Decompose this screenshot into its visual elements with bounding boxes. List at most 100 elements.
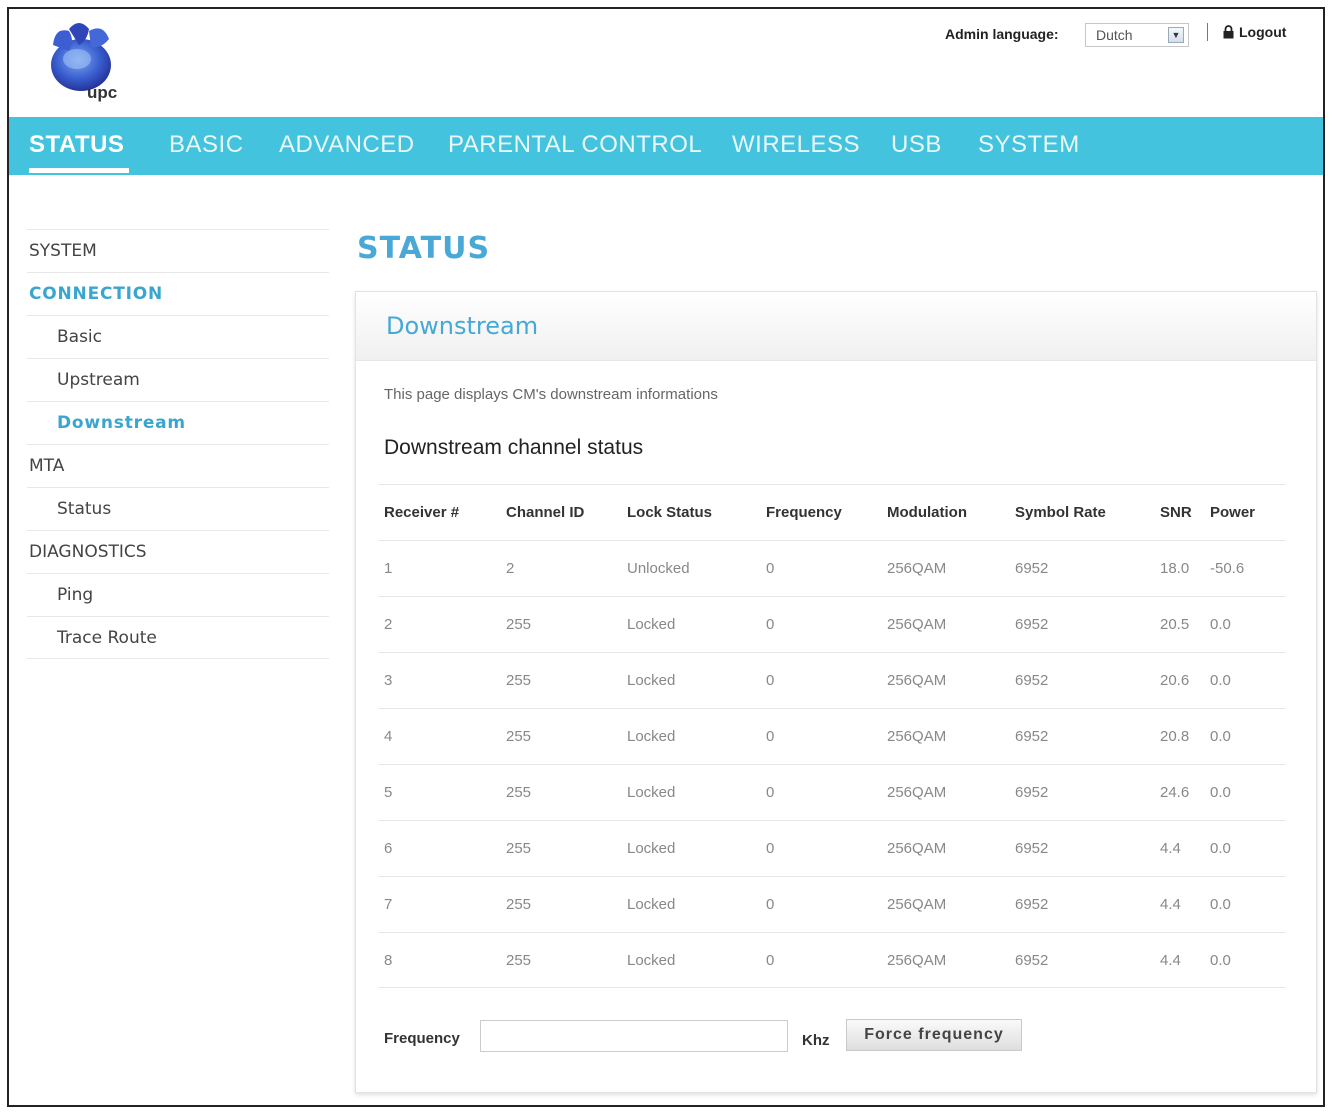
table-cell: 0.0: [1210, 952, 1231, 969]
table-cell: 0: [766, 896, 775, 913]
table-cell: 255: [506, 672, 532, 689]
table-cell: 0.0: [1210, 840, 1231, 857]
sidebar-item-mta[interactable]: MTA: [27, 444, 329, 487]
frequency-input[interactable]: [480, 1020, 788, 1052]
column-header: Channel ID: [506, 504, 585, 521]
table-cell: Locked: [627, 896, 676, 913]
lock-icon: [1223, 25, 1234, 39]
table-cell: 256QAM: [887, 952, 947, 969]
panel-header: Downstream: [356, 292, 1316, 361]
table-cell: 6952: [1015, 672, 1049, 689]
logout-link[interactable]: Logout: [1223, 24, 1286, 40]
table-cell: Locked: [627, 840, 676, 857]
table-row: 7 255 Locked 0 256QAM 6952 4.4 0.0: [378, 876, 1286, 932]
table-cell: 6952: [1015, 896, 1049, 913]
table-cell: -50.6: [1210, 560, 1245, 577]
table-cell: 4: [384, 728, 393, 745]
sidebar-item-mta-status[interactable]: Status: [27, 487, 329, 530]
tab-status[interactable]: STATUS: [29, 131, 124, 159]
table-cell: 0: [766, 952, 775, 969]
table-row: 5 255 Locked 0 256QAM 6952 24.6 0.0: [378, 764, 1286, 820]
table-cell: 255: [506, 952, 532, 969]
table-cell: 6952: [1015, 840, 1049, 857]
column-header: SNR: [1160, 504, 1192, 521]
table-row: 6 255 Locked 0 256QAM 6952 4.4 0.0: [378, 820, 1286, 876]
column-header: Lock Status: [627, 504, 713, 521]
router-admin-window: upc Admin language: Dutch ▼ Logout STATU…: [7, 7, 1325, 1107]
logo-text: upc: [87, 83, 118, 102]
table-cell: 255: [506, 616, 532, 633]
language-value: Dutch: [1096, 27, 1133, 43]
tab-basic[interactable]: BASIC: [169, 131, 244, 159]
table-cell: Locked: [627, 728, 676, 745]
table-row: 8 255 Locked 0 256QAM 6952 4.4 0.0: [378, 932, 1286, 988]
table-cell: 2: [384, 616, 393, 633]
tab-advanced[interactable]: ADVANCED: [279, 131, 415, 159]
table-row: 1 2 Unlocked 0 256QAM 6952 18.0 -50.6: [378, 540, 1286, 596]
table-cell: 6952: [1015, 952, 1049, 969]
table-cell: 0: [766, 616, 775, 633]
page-description: This page displays CM's downstream infor…: [384, 386, 718, 403]
table-cell: 256QAM: [887, 728, 947, 745]
table-cell: 256QAM: [887, 840, 947, 857]
table-cell: 0.0: [1210, 728, 1231, 745]
table-cell: 256QAM: [887, 560, 947, 577]
table-cell: 18.0: [1160, 560, 1190, 577]
page-title: STATUS: [357, 231, 491, 266]
sidebar-item-system[interactable]: SYSTEM: [27, 229, 329, 272]
frequency-label: Frequency: [384, 1030, 460, 1047]
table-cell: 0.0: [1210, 784, 1231, 801]
admin-language-select[interactable]: Dutch ▼: [1085, 23, 1189, 47]
table-cell: 256QAM: [887, 616, 947, 633]
active-tab-underline: [29, 168, 129, 173]
force-frequency-button[interactable]: Force frequency: [846, 1019, 1022, 1051]
table-cell: 5: [384, 784, 393, 801]
table-cell: 6952: [1015, 560, 1049, 577]
table-cell: 255: [506, 784, 532, 801]
table-cell: 255: [506, 896, 532, 913]
panel-title: Downstream: [386, 312, 539, 340]
table-cell: 6952: [1015, 728, 1049, 745]
sidebar: SYSTEM CONNECTION Basic Upstream Downstr…: [27, 229, 329, 659]
tab-usb[interactable]: USB: [891, 131, 942, 159]
sidebar-item-ping[interactable]: Ping: [27, 573, 329, 616]
tab-parental-control[interactable]: PARENTAL CONTROL: [448, 131, 702, 159]
table-cell: 0: [766, 784, 775, 801]
sidebar-item-connection[interactable]: CONNECTION: [27, 272, 329, 315]
column-header: Power: [1210, 504, 1256, 521]
table-cell: 0.0: [1210, 672, 1231, 689]
table-cell: 0: [766, 840, 775, 857]
tab-wireless[interactable]: WIRELESS: [732, 131, 860, 159]
section-heading: Downstream channel status: [384, 436, 644, 459]
table-cell: Locked: [627, 784, 676, 801]
logout-label: Logout: [1239, 24, 1287, 40]
table-cell: 4.4: [1160, 952, 1181, 969]
sidebar-item-upstream[interactable]: Upstream: [27, 358, 329, 401]
table-cell: 20.8: [1160, 728, 1190, 745]
table-cell: 6952: [1015, 616, 1049, 633]
table-cell: 8: [384, 952, 393, 969]
chevron-down-icon[interactable]: ▼: [1168, 27, 1184, 43]
column-header: Frequency: [766, 504, 842, 521]
table-cell: 6952: [1015, 784, 1049, 801]
table-cell: Unlocked: [627, 560, 690, 577]
table-cell: 20.5: [1160, 616, 1190, 633]
downstream-panel: Downstream This page displays CM's downs…: [355, 291, 1317, 1093]
table-cell: 20.6: [1160, 672, 1190, 689]
table-cell: 4.4: [1160, 840, 1181, 857]
sidebar-item-downstream[interactable]: Downstream: [27, 401, 329, 444]
table-cell: 6: [384, 840, 393, 857]
table-cell: Locked: [627, 672, 676, 689]
sidebar-item-basic[interactable]: Basic: [27, 315, 329, 358]
sidebar-item-diagnostics[interactable]: DIAGNOSTICS: [27, 530, 329, 573]
table-cell: 0.0: [1210, 616, 1231, 633]
sidebar-item-trace-route[interactable]: Trace Route: [27, 616, 329, 659]
table-cell: 1: [384, 560, 393, 577]
table-cell: Locked: [627, 952, 676, 969]
table-cell: 2: [506, 560, 515, 577]
table-row: 2 255 Locked 0 256QAM 6952 20.5 0.0: [378, 596, 1286, 652]
column-header: Modulation: [887, 504, 967, 521]
table-cell: 4.4: [1160, 896, 1181, 913]
tab-system[interactable]: SYSTEM: [978, 131, 1080, 159]
table-cell: 7: [384, 896, 393, 913]
